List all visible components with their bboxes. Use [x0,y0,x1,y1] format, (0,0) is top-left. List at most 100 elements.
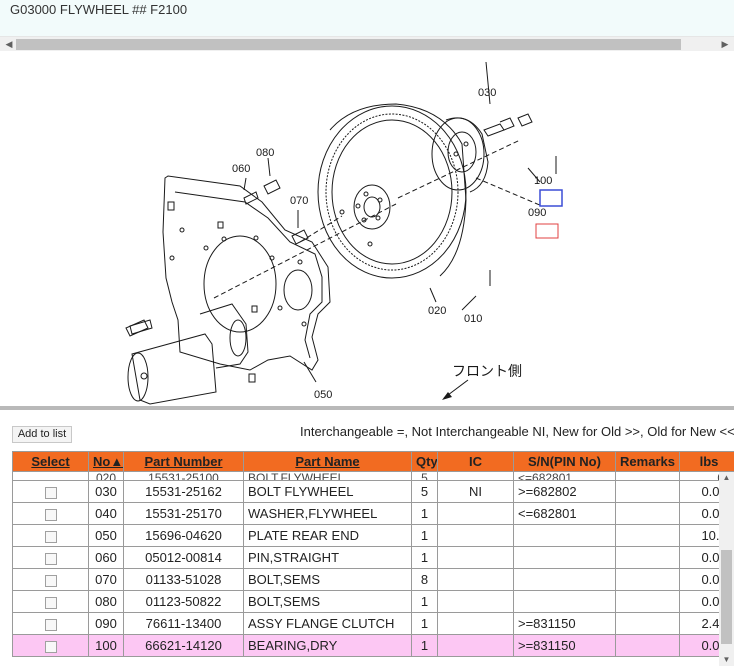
table-row-partial: 020 15531-25100 BOLT,FLYWHEEL 5 <=682801… [12,471,734,481]
clutch-flange [431,117,489,193]
row-sn: >=831150 [513,634,616,657]
select-checkbox[interactable] [44,486,57,499]
col-part-number[interactable]: Part Number [123,451,244,472]
table-row[interactable]: 080 01123-50822 BOLT,SEMS 1 0.026 [12,590,734,613]
row-part-name: BOLT,SEMS [243,590,412,613]
flywheel [317,103,467,279]
table-row[interactable]: 070 01133-51028 BOLT,SEMS 8 0.059 [12,568,734,591]
select-checkbox[interactable] [44,640,57,653]
row-ic [437,471,514,481]
interchangeable-legend: Interchangeable =, Not Interchangeable N… [300,424,734,439]
table-row[interactable]: 030 15531-25162 BOLT FLYWHEEL 5 NI >=682802 0.… [12,480,734,503]
row-ic [437,524,514,547]
row-qty: 5 [411,480,438,503]
callout-030: 030 [478,87,496,99]
table-row[interactable]: 100 66621-14120 BEARING,DRY 1 >=831150 0.013 [12,634,734,657]
col-select[interactable]: Select [12,451,89,472]
page-title: G03000 FLYWHEEL ## F2100 [10,2,188,17]
col-qty: Qty [411,451,438,472]
col-part-name[interactable]: Part Name [243,451,412,472]
table-row[interactable]: 090 76611-13400 ASSY FLANGE CLUTCH 1 >=83115… [12,612,734,635]
row-checkbox-cell[interactable] [12,590,89,613]
row-part-name: PLATE REAR END [243,524,412,547]
row-qty: 8 [411,568,438,591]
row-remarks [615,590,680,613]
row-checkbox-cell[interactable] [12,480,89,503]
add-to-list-button[interactable]: Add to list [12,426,72,443]
vertical-scroll-thumb[interactable] [721,550,732,644]
scroll-right-icon[interactable]: ▶ [718,37,732,52]
row-qty: 1 [411,546,438,569]
col-ic: IC [437,451,514,472]
table-row[interactable]: 040 15531-25170 WASHER,FLYWHEEL 1 <=682801 0.… [12,502,734,525]
row-no: 050 [88,524,124,547]
row-no: 040 [88,502,124,525]
callout-050: 050 [314,389,332,401]
row-qty: 1 [411,524,438,547]
row-checkbox-cell[interactable] [12,471,89,481]
col-lbs: lbs [679,451,734,472]
row-checkbox-cell[interactable] [12,524,89,547]
row-remarks [615,524,680,547]
row-no: 090 [88,612,124,635]
row-qty: 1 [411,502,438,525]
select-checkbox[interactable] [44,618,57,631]
row-checkbox-cell[interactable] [12,568,89,591]
row-no: 100 [88,634,124,657]
table-row[interactable]: 060 05012-00814 PIN,STRAIGHT 1 0.013 [12,546,734,569]
callout-090: 090 [528,207,546,219]
col-remarks: Remarks [615,451,680,472]
row-part-number: 76611-13400 [123,612,244,635]
scroll-thumb[interactable] [16,39,681,50]
row-remarks [615,634,680,657]
row-checkbox-cell[interactable] [12,546,89,569]
row-part-name: ASSY FLANGE CLUTCH [243,612,412,635]
row-ic [437,546,514,569]
col-no-sort[interactable]: No▲ [88,451,124,472]
row-qty: 1 [411,590,438,613]
row-remarks [615,480,680,503]
row-checkbox-cell[interactable] [12,612,89,635]
row-sn [513,546,616,569]
select-checkbox[interactable] [44,552,57,565]
row-ic [437,590,514,613]
row-part-number: 15696-04620 [123,524,244,547]
row-sn [513,524,616,547]
callout-100: 100 [534,175,552,187]
select-checkbox[interactable] [44,596,57,609]
callout-070: 070 [290,195,308,207]
row-ic [437,502,514,525]
callout-080: 080 [256,147,274,159]
table-header-row: Select No▲ Part Number Part Name Qty IC … [12,451,734,472]
select-checkbox[interactable] [44,530,57,543]
vertical-scrollbar[interactable]: ▲ ▼ [719,472,734,666]
row-checkbox-cell[interactable] [12,502,89,525]
row-remarks [615,546,680,569]
highlight-box-blue [539,189,563,207]
scroll-down-icon[interactable]: ▼ [719,654,734,666]
highlight-box-red [535,223,559,239]
row-part-number: 15531-25162 [123,480,244,503]
row-checkbox-cell[interactable] [12,634,89,657]
row-no: 020 [88,471,124,481]
table-row[interactable]: 050 15696-04620 PLATE REAR END 1 10.97 [12,524,734,547]
row-remarks [615,471,680,481]
scroll-up-icon[interactable]: ▲ [719,472,734,484]
row-sn: >=831150 [513,612,616,635]
row-sn: >=682802 [513,480,616,503]
row-remarks [615,568,680,591]
row-part-name: BOLT,SEMS [243,568,412,591]
row-sn: <=682801 [513,502,616,525]
select-checkbox[interactable] [44,574,57,587]
select-checkbox[interactable] [44,508,57,521]
scroll-left-icon[interactable]: ◀ [2,37,16,52]
row-part-number: 05012-00814 [123,546,244,569]
row-part-number: 15531-25100 [123,471,244,481]
row-sn [513,568,616,591]
row-no: 070 [88,568,124,591]
horizontal-scrollbar[interactable]: ◀ ▶ [0,36,734,51]
row-part-number: 15531-25170 [123,502,244,525]
title-bar: G03000 FLYWHEEL ## F2100 [0,0,734,36]
front-side-caption: フロント側 [452,363,522,379]
row-qty: 1 [411,634,438,657]
